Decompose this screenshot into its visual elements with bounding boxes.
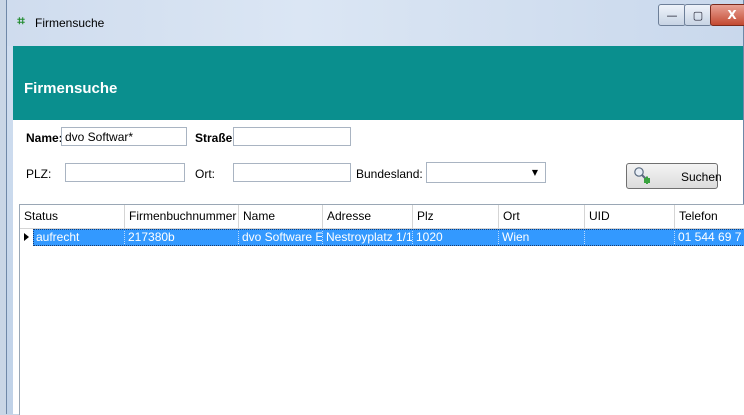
search-button-label: Suchen [681, 170, 722, 184]
maximize-button[interactable]: ▢ [684, 4, 712, 26]
app-icon: ⌗ [17, 14, 25, 29]
table-row[interactable]: aufrecht 217380b dvo Software En... Nest… [20, 229, 744, 246]
minimize-button[interactable]: — [658, 4, 686, 26]
cell-plz[interactable]: 1020 [413, 229, 499, 246]
strasse-field[interactable] [233, 127, 351, 146]
cell-name[interactable]: dvo Software En... [239, 229, 323, 246]
strasse-label: Straße: [195, 131, 237, 145]
cell-telefon[interactable]: 01 544 69 7 [675, 229, 744, 246]
cell-uid[interactable] [585, 229, 675, 246]
current-row-icon [24, 233, 29, 241]
plz-field[interactable] [65, 163, 185, 182]
main-window: ⌗ Firmensuche — ▢ X Firmensuche Name: St… [6, 0, 744, 415]
close-icon: X [727, 8, 737, 22]
column-header-ort[interactable]: Ort [499, 205, 585, 228]
plz-label: PLZ: [26, 167, 52, 181]
ort-field[interactable] [233, 163, 351, 182]
column-header-uid[interactable]: UID [585, 205, 675, 228]
search-button[interactable]: Suchen [626, 163, 722, 189]
close-button[interactable]: X [710, 4, 744, 26]
minimize-icon: — [666, 8, 678, 22]
window-title: Firmensuche [35, 16, 105, 30]
column-header-adresse[interactable]: Adresse [323, 205, 413, 228]
cell-firmenbuchnummer[interactable]: 217380b [125, 229, 239, 246]
cell-ort[interactable]: Wien [499, 229, 585, 246]
bundesland-select[interactable]: ▼ [426, 162, 546, 183]
bundesland-label: Bundesland: [356, 167, 423, 181]
cell-adresse[interactable]: Nestroyplatz 1/1/... [323, 229, 413, 246]
client-area: Firmensuche Name: Straße: PLZ: Ort: Bund… [13, 46, 744, 415]
column-header-plz[interactable]: Plz [413, 205, 499, 228]
search-icon [634, 167, 650, 184]
grid-header: Status Firmenbuchnummer Name Adresse Plz… [20, 205, 744, 229]
title-bar[interactable]: ⌗ Firmensuche — ▢ X [7, 0, 744, 46]
name-field[interactable] [61, 127, 187, 146]
chevron-down-icon: ▼ [531, 168, 539, 177]
column-header-status[interactable]: Status [20, 205, 125, 228]
ort-label: Ort: [195, 167, 215, 181]
column-header-name[interactable]: Name [239, 205, 323, 228]
name-label: Name: [26, 131, 63, 145]
maximize-icon: ▢ [692, 8, 704, 22]
cell-status[interactable]: aufrecht [33, 229, 125, 246]
page-title: Firmensuche [24, 80, 118, 97]
results-grid[interactable]: Status Firmenbuchnummer Name Adresse Plz… [19, 204, 744, 415]
column-header-telefon[interactable]: Telefon [675, 205, 744, 228]
column-header-firmenbuchnummer[interactable]: Firmenbuchnummer [125, 205, 239, 228]
header-band: Firmensuche [13, 46, 743, 120]
row-header[interactable] [20, 229, 33, 246]
